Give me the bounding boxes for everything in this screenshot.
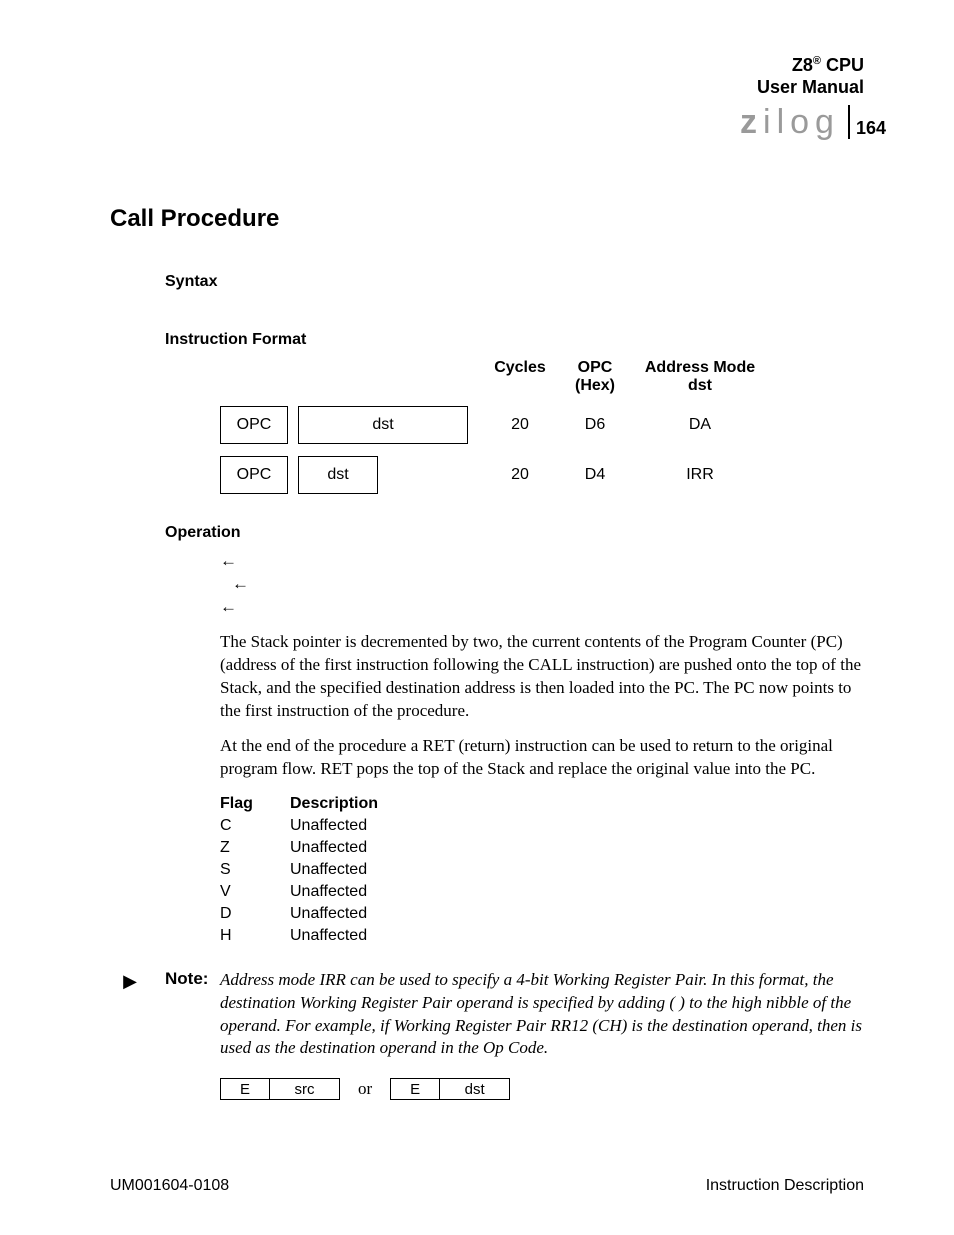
adm-cell: IRR: [630, 466, 770, 484]
desc-col: Description: [290, 795, 490, 813]
flag-row: CUnaffected: [220, 817, 864, 835]
syntax-label: Syntax: [165, 273, 864, 291]
instruction-format-label: Instruction Format: [165, 331, 864, 349]
dst-box: dst: [440, 1078, 510, 1100]
arrow-icon: ←: [220, 596, 236, 619]
opc-cell: D6: [560, 416, 630, 434]
product-name: Z8: [792, 55, 813, 75]
cycles-cell: 20: [480, 416, 560, 434]
flags-header: Flag Description: [220, 795, 864, 813]
flag-row: DUnaffected: [220, 905, 864, 923]
instruction-format-table: Cycles OPC(Hex) Address Modedst OPC dst …: [220, 359, 864, 494]
or-text: or: [358, 1079, 372, 1099]
note-text: Address mode IRR can be used to specify …: [220, 969, 864, 1061]
flag-col: Flag: [220, 795, 290, 813]
footer: UM001604-0108 Instruction Description: [110, 1177, 864, 1195]
header-block: Z8® CPU User Manual: [757, 55, 864, 98]
e-box: E: [390, 1078, 440, 1100]
dst-box: dst: [298, 456, 378, 494]
flags-table: Flag Description CUnaffected ZUnaffected…: [220, 795, 864, 945]
page-number: 164: [856, 118, 886, 139]
operation-lines: ← ← ←: [220, 550, 864, 619]
logo-row: zilog 164: [740, 105, 886, 139]
if-row-1: OPC dst 20 D4 IRR: [220, 456, 864, 494]
col-address-mode: Address Modedst: [630, 359, 770, 394]
header-line-2: User Manual: [757, 77, 864, 99]
arrow-icon: ←: [232, 573, 248, 596]
page-title: Call Procedure: [110, 205, 864, 233]
operation-paragraph-2: At the end of the procedure a RET (retur…: [220, 735, 864, 781]
opc-box: OPC: [220, 456, 288, 494]
adm-cell: DA: [630, 416, 770, 434]
if-row-0: OPC dst 20 D6 DA: [220, 406, 864, 444]
if-header-row: Cycles OPC(Hex) Address Modedst: [220, 359, 864, 394]
flag-row: ZUnaffected: [220, 839, 864, 857]
flag-row: HUnaffected: [220, 927, 864, 945]
col-cycles: Cycles: [480, 359, 560, 394]
operation-label: Operation: [165, 524, 864, 542]
note-block: ▶ Note: Address mode IRR can be used to …: [110, 969, 864, 1061]
e-src-dst-diagram: E src or E dst: [220, 1078, 864, 1100]
cycles-cell: 20: [480, 466, 560, 484]
col-opc: OPC(Hex): [560, 359, 630, 394]
product-suffix: CPU: [821, 55, 864, 75]
header-line-1: Z8® CPU: [757, 55, 864, 77]
e-box: E: [220, 1078, 270, 1100]
footer-left: UM001604-0108: [110, 1177, 229, 1195]
flag-row: SUnaffected: [220, 861, 864, 879]
flag-row: VUnaffected: [220, 883, 864, 901]
src-box: src: [270, 1078, 340, 1100]
opc-cell: D4: [560, 466, 630, 484]
opc-box: OPC: [220, 406, 288, 444]
note-label: Note:: [165, 969, 220, 1061]
footer-right: Instruction Description: [706, 1177, 864, 1195]
operation-paragraph-1: The Stack pointer is decremented by two,…: [220, 631, 864, 723]
page: Z8® CPU User Manual zilog 164 Call Proce…: [0, 0, 954, 1235]
zilog-logo: zilog: [740, 105, 850, 139]
note-icon: ▶: [110, 969, 150, 1061]
registered-mark: ®: [813, 55, 821, 67]
arrow-icon: ←: [220, 550, 236, 573]
dst-box: dst: [298, 406, 468, 444]
